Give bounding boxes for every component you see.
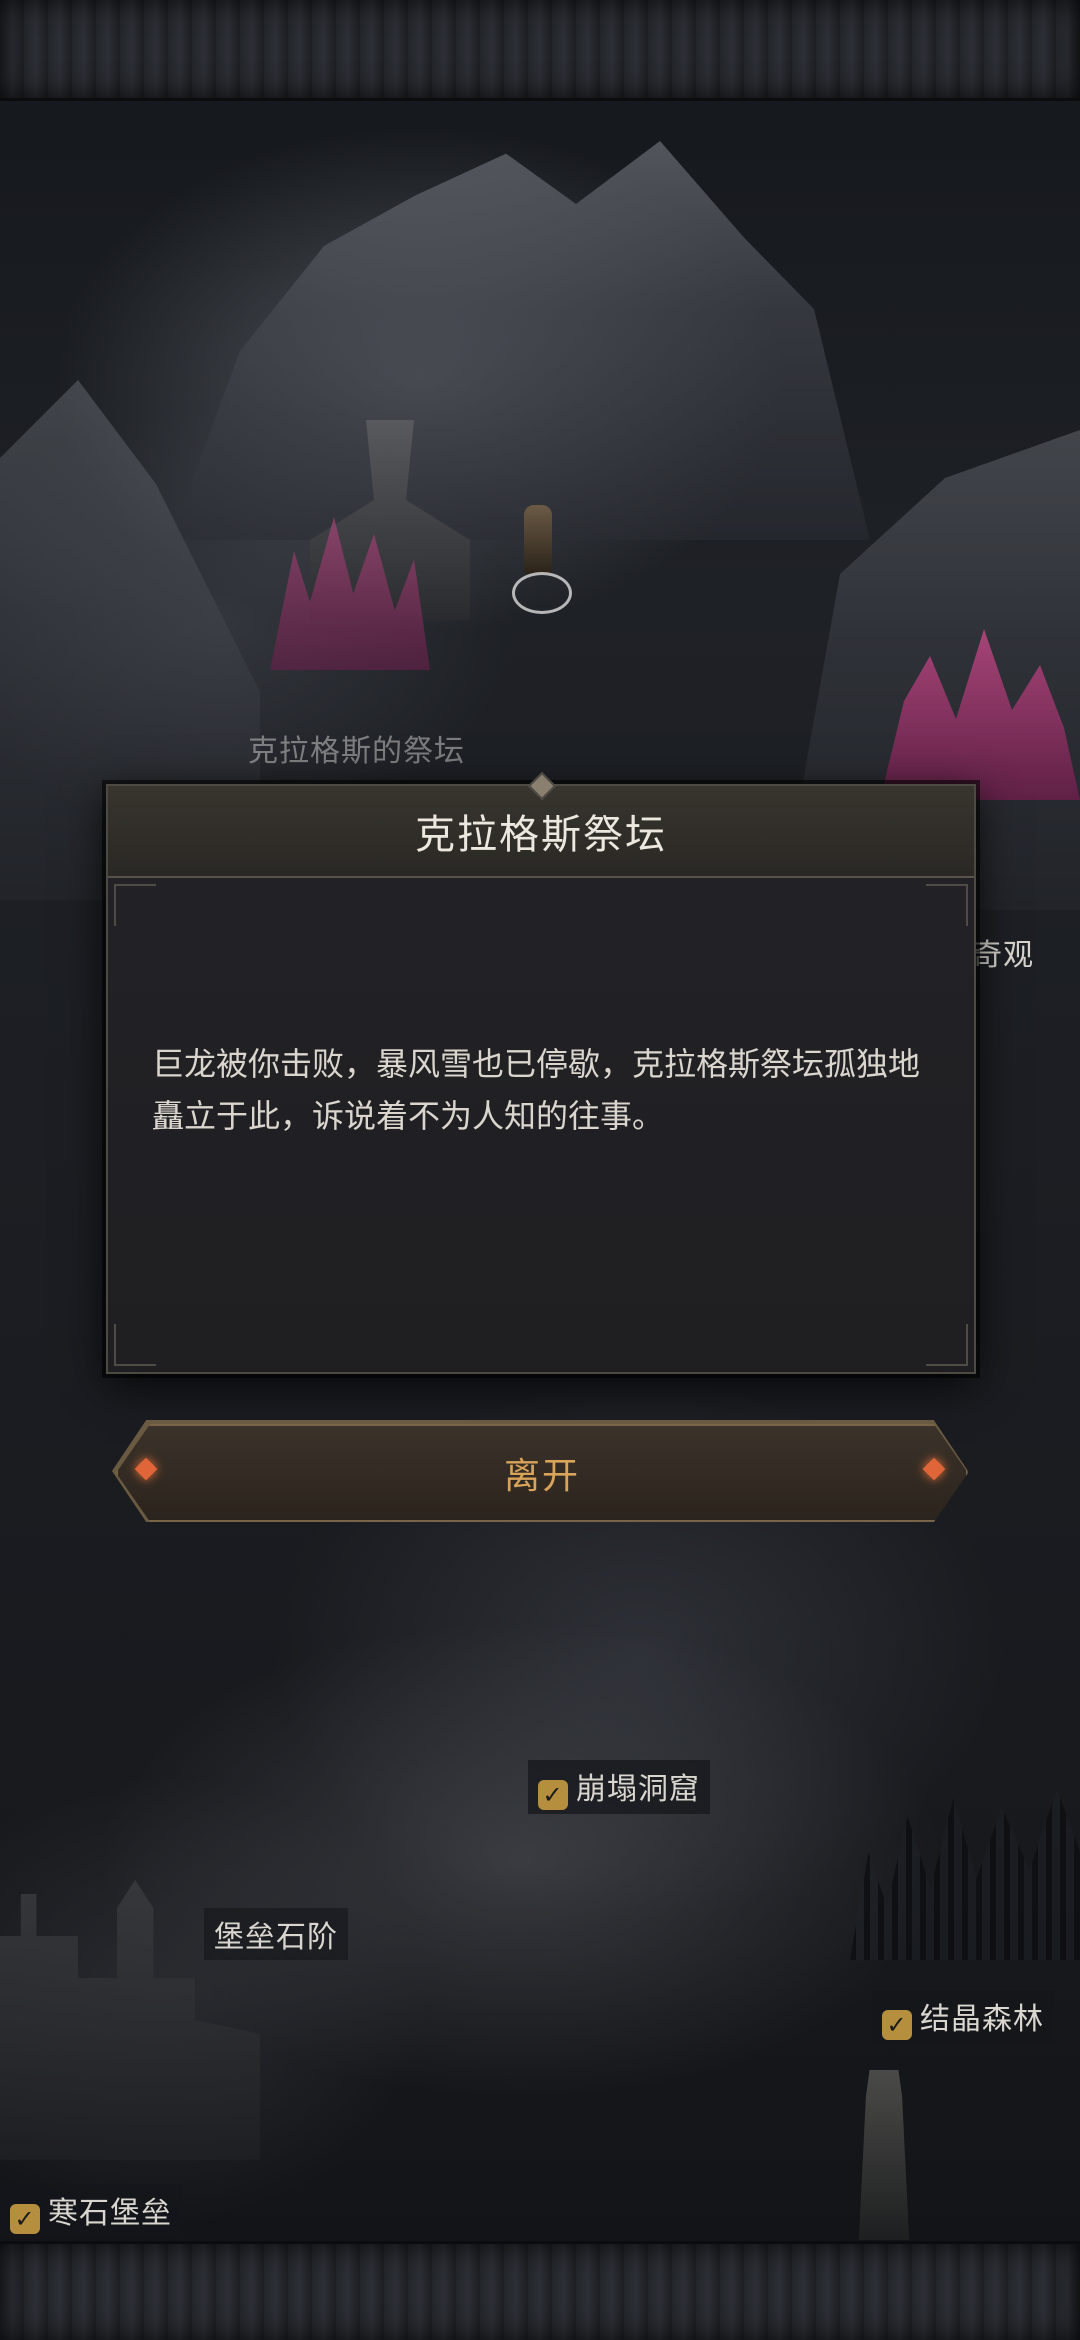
event-dialog: 克拉格斯祭坛 巨龙被你击败，暴风雪也已停歇，克拉格斯祭坛孤独地矗立于此，诉说着不… [106, 771, 976, 1374]
map-label-stairs-text: 堡垒石阶 [214, 1920, 338, 1955]
dialog-body-text: 巨龙被你击败，暴风雪也已停歇，克拉格斯祭坛孤独地矗立于此，诉说着不为人知的往事。 [152, 1045, 921, 1135]
hero-position-ring [512, 572, 572, 614]
map-label-coldstone-fortress[interactable]: ✓ 寒石堡垒 [0, 2184, 182, 2238]
corner-ornament-icon [114, 1324, 156, 1366]
map-label-fortress-stairs[interactable]: 堡垒石阶 [204, 1908, 348, 1960]
hero-figure [524, 505, 552, 575]
dialog-body: 巨龙被你击败，暴风雪也已停歇，克拉格斯祭坛孤独地矗立于此，诉说着不为人知的往事。 [108, 878, 974, 1372]
map-label-wonder[interactable]: 奇观 [972, 930, 1034, 974]
corner-ornament-icon [926, 884, 968, 926]
check-icon: ✓ [538, 1780, 568, 1810]
corner-ornament-icon [926, 1324, 968, 1366]
map-label-wonder-text: 奇观 [972, 938, 1034, 973]
map-label-crystal-forest[interactable]: ✓ 结晶森林 [872, 1990, 1054, 2044]
check-icon: ✓ [882, 2010, 912, 2040]
map-label-cave-text: 崩塌洞窟 [576, 1772, 700, 1807]
dialog-title: 克拉格斯祭坛 [415, 812, 667, 858]
map-label-altar[interactable]: 克拉格斯的祭坛 [248, 726, 465, 770]
top-ornament-frame [0, 0, 1080, 101]
game-map-screen: 克拉格斯的祭坛 奇观 ✓ 崩塌洞窟 堡垒石阶 ✓ 结晶森林 ✓ 寒石堡垒 克拉格斯祭坛… [0, 0, 1080, 2340]
leave-button[interactable]: 离开 [116, 1424, 968, 1522]
map-label-collapsed-cave[interactable]: ✓ 崩塌洞窟 [528, 1760, 710, 1814]
map-label-fortress-text: 寒石堡垒 [48, 2196, 172, 2231]
map-label-forest-text: 结晶森林 [920, 2002, 1044, 2037]
leave-button-label: 离开 [503, 1456, 580, 1497]
corner-ornament-icon [114, 884, 156, 926]
mountain-range [170, 141, 870, 540]
check-icon: ✓ [10, 2204, 40, 2234]
bottom-ornament-frame [0, 2241, 1080, 2340]
map-label-altar-text: 克拉格斯的祭坛 [248, 734, 465, 769]
